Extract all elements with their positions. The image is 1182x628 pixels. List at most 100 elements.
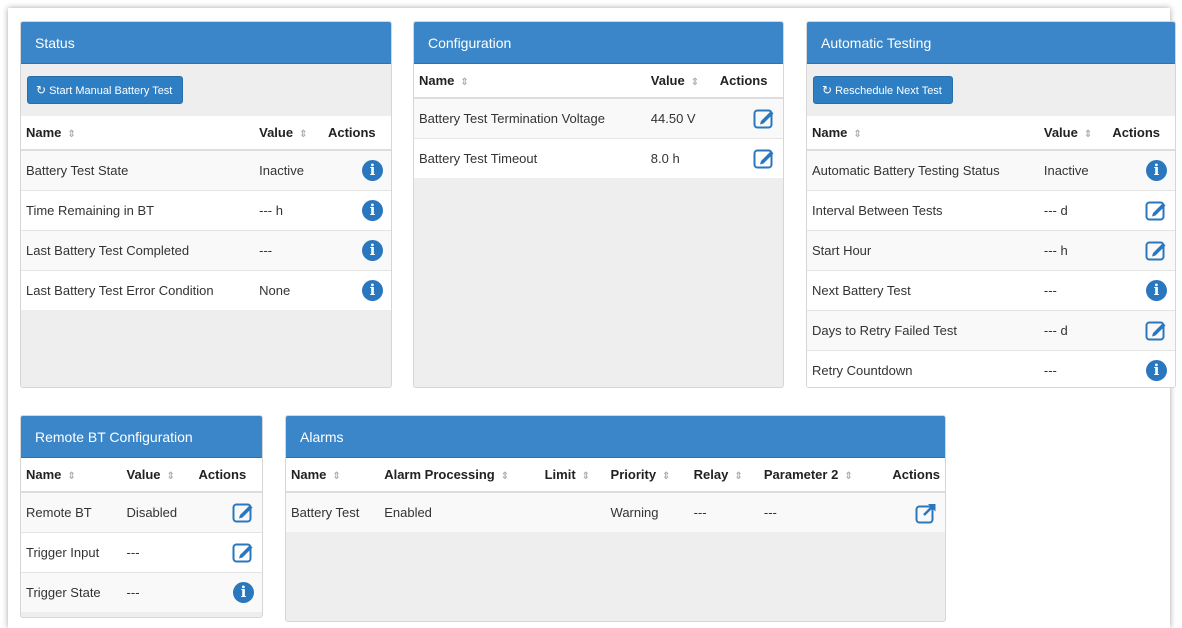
table-row: Trigger State --- i <box>21 571 262 612</box>
start-manual-battery-test-button[interactable]: ↻ Start Manual Battery Test <box>27 76 184 104</box>
table-row: Time Remaining in BT --- h i <box>21 189 391 230</box>
table-row: Battery Test Enabled Warning --- --- <box>286 491 945 532</box>
sort-icon[interactable]: ⇕ <box>582 471 590 482</box>
cell-value: --- d <box>1038 309 1108 350</box>
column-header-relay[interactable]: Relay ⇕ <box>688 458 759 493</box>
cell-name: Remote BT <box>21 491 122 532</box>
table-row: Days to Retry Failed Test --- d <box>807 309 1175 350</box>
column-header-actions: Actions <box>193 458 262 493</box>
edit-icon[interactable] <box>1145 319 1167 341</box>
cell-processing: Enabled <box>379 491 540 532</box>
edit-icon[interactable] <box>753 147 775 169</box>
table-row: Interval Between Tests --- d <box>807 189 1175 230</box>
cell-name: Interval Between Tests <box>807 189 1039 230</box>
cell-priority: Warning <box>605 491 689 532</box>
cell-value: Disabled <box>121 491 194 532</box>
alarms-panel: Alarms Name ⇕ Alarm Processing ⇕ Limit ⇕ Pr… <box>285 415 946 622</box>
table-row: Remote BT Disabled <box>21 491 262 532</box>
column-header-name[interactable]: Name ⇕ <box>807 116 1039 151</box>
sort-icon[interactable]: ⇕ <box>1084 129 1092 140</box>
cell-name: Battery Test Timeout <box>414 137 646 178</box>
column-header-name[interactable]: Name ⇕ <box>21 116 255 151</box>
cell-value: --- <box>254 229 323 270</box>
info-icon[interactable]: i <box>362 239 383 261</box>
column-header-priority[interactable]: Priority ⇕ <box>605 458 689 493</box>
info-icon[interactable]: i <box>362 279 383 301</box>
cell-limit <box>539 491 606 532</box>
cell-name: Retry Countdown <box>807 349 1039 387</box>
refresh-icon: ↻ <box>822 83 833 97</box>
sort-icon[interactable]: ⇕ <box>67 129 75 140</box>
sort-icon[interactable]: ⇕ <box>299 129 307 140</box>
column-header-name[interactable]: Name ⇕ <box>21 458 122 493</box>
edit-icon[interactable] <box>232 501 254 523</box>
automatic-testing-panel: Automatic Testing ↻ Reschedule Next Test … <box>806 21 1176 388</box>
info-icon[interactable]: i <box>362 199 383 221</box>
sort-icon[interactable]: ⇕ <box>853 129 861 140</box>
panel-title: Configuration <box>414 22 783 64</box>
cell-value: --- d <box>1038 189 1108 230</box>
table-row: Last Battery Test Completed --- i <box>21 229 391 270</box>
table-row: Automatic Battery Testing Status Inactive… <box>807 149 1175 190</box>
sort-icon[interactable]: ⇕ <box>460 77 468 88</box>
table-row: Battery Test Timeout 8.0 h <box>414 137 783 178</box>
status-panel: Status ↻ Start Manual Battery Test Name ⇕ … <box>20 21 392 388</box>
edit-icon[interactable] <box>1145 199 1167 221</box>
column-header-value[interactable]: Value ⇕ <box>645 64 715 99</box>
column-header-name[interactable]: Name ⇕ <box>286 458 380 493</box>
info-icon[interactable]: i <box>1146 359 1167 381</box>
cell-value: --- <box>1038 349 1108 387</box>
configuration-panel: Configuration Name ⇕ Value ⇕ Actions Batte… <box>413 21 784 388</box>
table-row: Retry Countdown --- i <box>807 349 1175 387</box>
sort-icon[interactable]: ⇕ <box>167 471 175 482</box>
edit-icon[interactable] <box>753 107 775 129</box>
panel-title: Remote BT Configuration <box>21 416 262 458</box>
info-icon[interactable]: i <box>233 581 254 603</box>
sort-icon[interactable]: ⇕ <box>734 471 742 482</box>
column-header-value[interactable]: Value ⇕ <box>254 116 323 151</box>
configuration-table: Name ⇕ Value ⇕ Actions Battery Test Termin… <box>414 64 783 178</box>
column-header-parameter-2[interactable]: Parameter 2 ⇕ <box>758 458 877 493</box>
column-header-limit[interactable]: Limit ⇕ <box>539 458 606 493</box>
cell-name: Automatic Battery Testing Status <box>807 149 1039 190</box>
cell-value: --- <box>1038 269 1108 310</box>
status-table: Name ⇕ Value ⇕ Actions Battery Test State I… <box>21 116 391 310</box>
info-icon[interactable]: i <box>362 159 383 181</box>
table-row: Trigger Input --- <box>21 531 262 572</box>
external-link-icon[interactable] <box>915 502 937 524</box>
info-icon[interactable]: i <box>1146 279 1167 301</box>
column-header-value[interactable]: Value ⇕ <box>121 458 194 493</box>
panel-title: Alarms <box>286 416 945 458</box>
edit-icon[interactable] <box>1145 239 1167 261</box>
table-row: Battery Test Termination Voltage 44.50 V <box>414 97 783 138</box>
sort-icon[interactable]: ⇕ <box>691 77 699 88</box>
reschedule-next-test-button[interactable]: ↻ Reschedule Next Test <box>813 76 953 104</box>
cell-name: Battery Test <box>286 491 380 532</box>
refresh-icon: ↻ <box>36 83 47 97</box>
column-header-value[interactable]: Value ⇕ <box>1038 116 1108 151</box>
table-row: Start Hour --- h <box>807 229 1175 270</box>
cell-name: Days to Retry Failed Test <box>807 309 1039 350</box>
cell-name: Battery Test Termination Voltage <box>414 97 646 138</box>
column-header-alarm-processing[interactable]: Alarm Processing ⇕ <box>379 458 540 493</box>
automatic-testing-table: Name ⇕ Value ⇕ Actions Automatic Battery T… <box>807 116 1175 387</box>
edit-icon[interactable] <box>232 541 254 563</box>
column-header-name[interactable]: Name ⇕ <box>414 64 646 99</box>
cell-value: --- h <box>254 189 323 230</box>
sort-icon[interactable]: ⇕ <box>844 471 852 482</box>
cell-value: 44.50 V <box>645 97 715 138</box>
sort-icon[interactable]: ⇕ <box>501 471 509 482</box>
remote-bt-configuration-panel: Remote BT Configuration Name ⇕ Value ⇕ Act… <box>20 415 263 618</box>
table-row: Battery Test State Inactive i <box>21 149 391 190</box>
cell-name: Last Battery Test Error Condition <box>21 269 255 310</box>
column-header-actions: Actions <box>322 116 391 151</box>
sort-icon[interactable]: ⇕ <box>662 471 670 482</box>
sort-icon[interactable]: ⇕ <box>67 471 75 482</box>
info-icon[interactable]: i <box>1146 159 1167 181</box>
cell-name: Trigger State <box>21 571 122 612</box>
cell-name: Time Remaining in BT <box>21 189 255 230</box>
cell-value: Inactive <box>254 149 323 190</box>
column-header-actions: Actions <box>714 64 783 99</box>
sort-icon[interactable]: ⇕ <box>332 471 340 482</box>
cell-value: --- <box>121 571 194 612</box>
